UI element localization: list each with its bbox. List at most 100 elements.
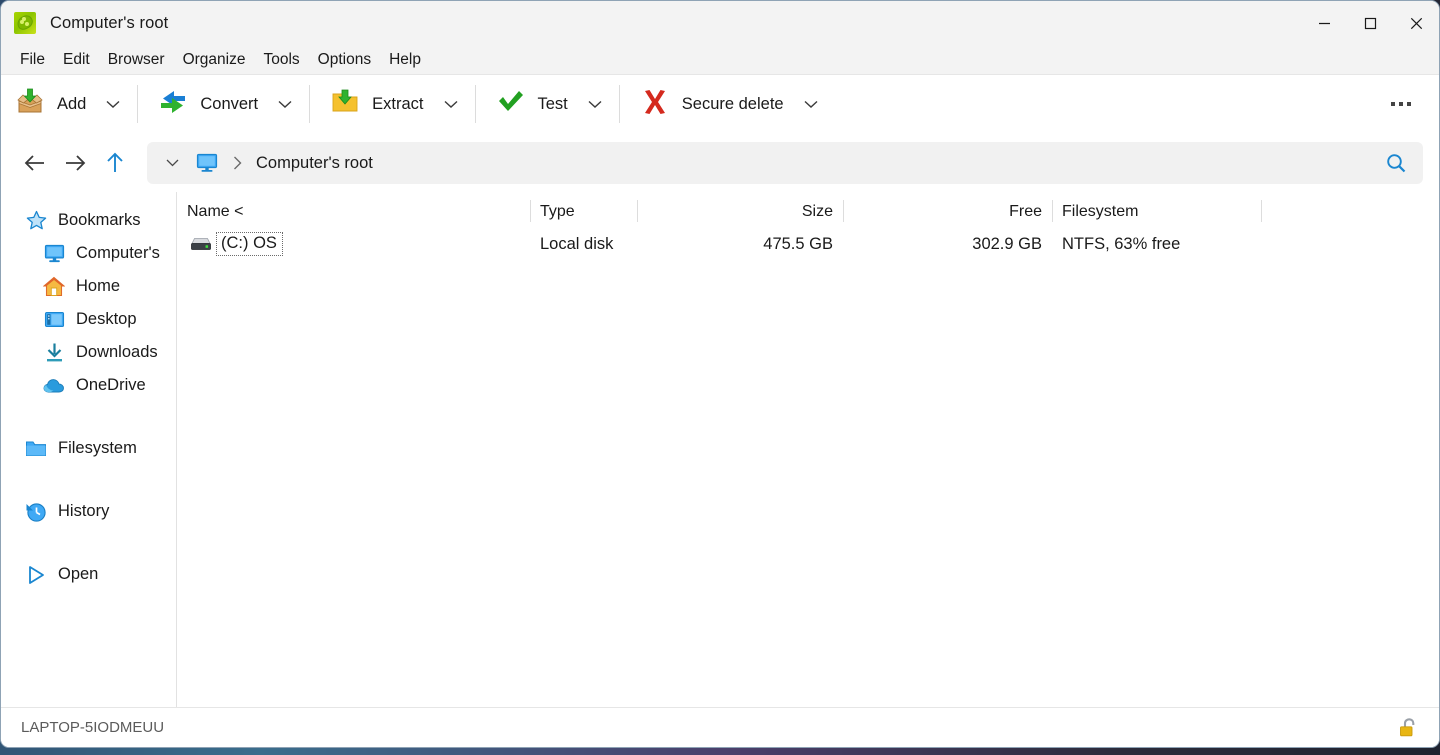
toolbar-group-test: Test: [482, 81, 613, 127]
sidebar-item-label: OneDrive: [76, 376, 146, 395]
cell-name[interactable]: (C:) OS: [177, 229, 530, 259]
dot: [1399, 102, 1403, 106]
computer-icon[interactable]: [191, 146, 223, 180]
menu-item-browser[interactable]: Browser: [99, 48, 174, 72]
sidebar-item-computers[interactable]: Computer's: [1, 237, 176, 270]
column-header-type[interactable]: Type: [530, 197, 637, 227]
menu-item-help[interactable]: Help: [380, 48, 430, 72]
forward-button[interactable]: [55, 143, 95, 183]
sidebar-item-label: Downloads: [76, 343, 158, 362]
sidebar-gap: [1, 402, 176, 432]
convert-arrows-icon: [158, 87, 188, 122]
table-row[interactable]: (C:) OS Local disk 475.5 GB 302.9 GB NTF…: [177, 229, 1439, 259]
cloud-icon: [43, 375, 65, 397]
toolbar-separator: [619, 85, 620, 123]
up-button[interactable]: [95, 143, 135, 183]
menu-item-tools[interactable]: Tools: [254, 48, 308, 72]
maximize-button[interactable]: [1347, 1, 1393, 45]
clock-history-icon: [25, 501, 47, 523]
address-bar[interactable]: Computer's root: [147, 142, 1423, 184]
column-header-end-divider: [1261, 197, 1262, 227]
main-body: Bookmarks Computer's: [1, 192, 1439, 707]
sidebar-item-filesystem[interactable]: Filesystem: [1, 432, 176, 465]
sidebar-item-desktop[interactable]: Desktop: [1, 303, 176, 336]
convert-dropdown-caret[interactable]: [267, 82, 303, 126]
add-button[interactable]: Add: [1, 82, 95, 126]
chevron-right-icon[interactable]: [223, 146, 251, 180]
back-button[interactable]: [15, 143, 55, 183]
star-icon: [25, 210, 47, 232]
file-rows: (C:) OS Local disk 475.5 GB 302.9 GB NTF…: [177, 227, 1439, 707]
column-header-size[interactable]: Size: [637, 197, 843, 227]
window-controls: [1301, 1, 1439, 45]
menu-item-organize[interactable]: Organize: [174, 48, 255, 72]
test-button[interactable]: Test: [482, 82, 577, 126]
search-icon[interactable]: [1373, 143, 1419, 183]
file-list: Name < Type Size Free Filesystem: [177, 192, 1439, 707]
extract-button-label: Extract: [372, 95, 423, 114]
menu-bar: File Edit Browser Organize Tools Options…: [1, 45, 1439, 75]
add-dropdown-caret[interactable]: [95, 82, 131, 126]
column-header-name[interactable]: Name <: [177, 197, 530, 227]
toolbar: Add Convert: [1, 75, 1439, 134]
toolbar-separator: [475, 85, 476, 123]
red-x-icon: [640, 87, 670, 122]
sidebar-item-history[interactable]: History: [1, 495, 176, 528]
status-bar: LAPTOP-5IODMEUU: [1, 707, 1439, 747]
harddrive-icon: [190, 233, 212, 255]
sidebar-item-label: Computer's: [76, 244, 160, 263]
status-text: LAPTOP-5IODMEUU: [21, 719, 1395, 736]
toolbar-separator: [309, 85, 310, 123]
sidebar-item-onedrive[interactable]: OneDrive: [1, 369, 176, 402]
sidebar-item-bookmarks[interactable]: Bookmarks: [1, 204, 176, 237]
extract-dropdown-caret[interactable]: [433, 82, 469, 126]
sidebar-item-label: Desktop: [76, 310, 137, 329]
minimize-button[interactable]: [1301, 1, 1347, 45]
toolbar-group-secure-delete: Secure delete: [626, 81, 829, 127]
home-icon: [43, 276, 65, 298]
toolbar-group-add: Add: [1, 81, 131, 127]
secure-delete-button-label: Secure delete: [682, 95, 784, 114]
add-button-label: Add: [57, 95, 86, 114]
sidebar-item-downloads[interactable]: Downloads: [1, 336, 176, 369]
computer-icon: [43, 243, 65, 265]
convert-button-label: Convert: [200, 95, 258, 114]
sidebar: Bookmarks Computer's: [1, 192, 177, 707]
convert-button[interactable]: Convert: [144, 82, 267, 126]
column-header-free[interactable]: Free: [843, 197, 1052, 227]
cell-size: 475.5 GB: [637, 229, 843, 259]
more-options-icon[interactable]: [1381, 84, 1421, 124]
file-name-label: (C:) OS: [216, 232, 283, 256]
cell-free: 302.9 GB: [843, 229, 1052, 259]
folder-icon: [25, 438, 47, 460]
test-button-label: Test: [538, 95, 568, 114]
chevron-down-icon[interactable]: [157, 146, 187, 180]
unlocked-padlock-icon[interactable]: [1395, 715, 1421, 741]
toolbar-separator: [137, 85, 138, 123]
extract-folder-icon: [330, 87, 360, 122]
desktop-icon: [43, 309, 65, 331]
toolbar-group-extract: Extract: [316, 81, 468, 127]
sidebar-item-open[interactable]: Open: [1, 558, 176, 591]
menu-item-options[interactable]: Options: [309, 48, 380, 72]
sidebar-item-label: Filesystem: [58, 439, 137, 458]
sidebar-item-label: Bookmarks: [58, 211, 141, 230]
secure-delete-dropdown-caret[interactable]: [793, 82, 829, 126]
menu-item-file[interactable]: File: [11, 48, 54, 72]
sidebar-gap: [1, 465, 176, 495]
column-header-filesystem[interactable]: Filesystem: [1052, 197, 1261, 227]
play-triangle-icon: [25, 564, 47, 586]
close-button[interactable]: [1393, 1, 1439, 45]
toolbar-group-convert: Convert: [144, 81, 303, 127]
test-dropdown-caret[interactable]: [577, 82, 613, 126]
dot: [1407, 102, 1411, 106]
sidebar-item-home[interactable]: Home: [1, 270, 176, 303]
extract-button[interactable]: Extract: [316, 82, 432, 126]
sidebar-item-label: Open: [58, 565, 98, 584]
download-icon: [43, 342, 65, 364]
dot: [1391, 102, 1395, 106]
secure-delete-button[interactable]: Secure delete: [626, 82, 793, 126]
menu-item-edit[interactable]: Edit: [54, 48, 99, 72]
sidebar-item-label: History: [58, 502, 109, 521]
address-path-text[interactable]: Computer's root: [256, 154, 1373, 173]
